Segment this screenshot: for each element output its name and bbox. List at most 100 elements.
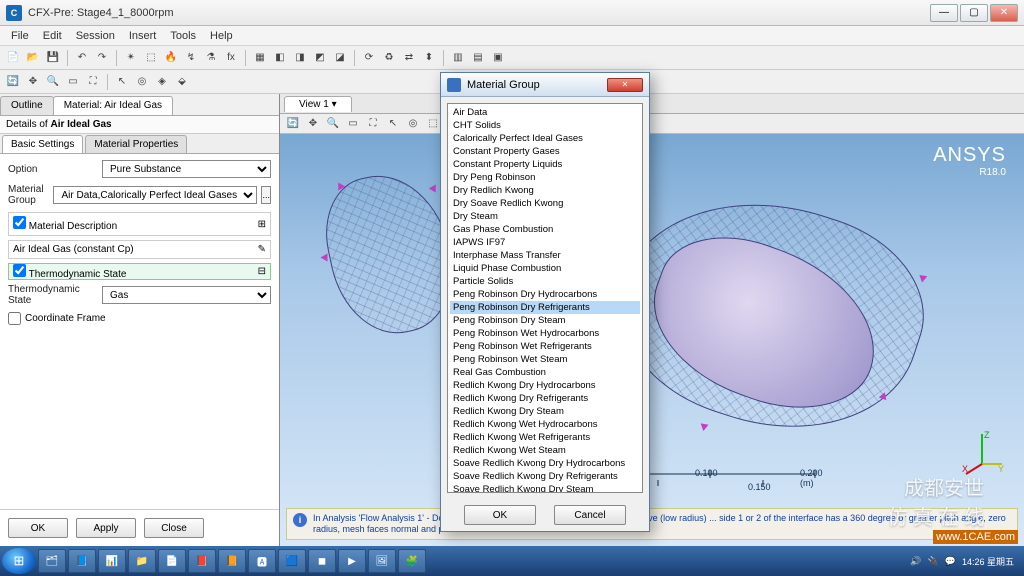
- tray-icon[interactable]: 💬: [945, 556, 956, 567]
- tool-icon[interactable]: ◨: [291, 49, 309, 67]
- dialog-cancel-button[interactable]: Cancel: [554, 505, 626, 525]
- minimize-button[interactable]: —: [930, 4, 958, 22]
- tool-icon[interactable]: ▤: [469, 49, 487, 67]
- taskbar-item[interactable]: 🗂: [38, 549, 66, 573]
- taskbar-item[interactable]: 📊: [98, 549, 126, 573]
- matgroup-select[interactable]: Air Data,Calorically Perfect Ideal Gases: [53, 186, 257, 204]
- material-group-item[interactable]: Dry Peng Robinson: [450, 171, 640, 184]
- ok-button[interactable]: OK: [8, 518, 68, 538]
- material-group-item[interactable]: Redlich Kwong Dry Refrigerants: [450, 392, 640, 405]
- taskbar-item[interactable]: 📕: [188, 549, 216, 573]
- material-group-item[interactable]: Dry Soave Redlich Kwong: [450, 197, 640, 210]
- tool-icon[interactable]: ◎: [133, 73, 151, 91]
- apply-button[interactable]: Apply: [76, 518, 136, 538]
- material-group-item[interactable]: Peng Robinson Dry Hydrocarbons: [450, 288, 640, 301]
- material-group-list[interactable]: Air DataCHT SolidsCalorically Perfect Id…: [447, 103, 643, 493]
- taskbar-item[interactable]: 📘: [68, 549, 96, 573]
- edit-icon[interactable]: ✎: [258, 244, 266, 255]
- tool-icon[interactable]: ♻: [380, 49, 398, 67]
- material-group-item[interactable]: Interphase Mass Transfer: [450, 249, 640, 262]
- material-group-item[interactable]: Redlich Kwong Wet Steam: [450, 444, 640, 457]
- tray-icon[interactable]: 🔊: [910, 556, 921, 567]
- taskbar-item[interactable]: 🅰: [248, 549, 276, 573]
- subtab-properties[interactable]: Material Properties: [85, 135, 187, 153]
- subtab-basic[interactable]: Basic Settings: [2, 135, 83, 153]
- menu-file[interactable]: File: [4, 28, 36, 44]
- close-button[interactable]: ✕: [990, 4, 1018, 22]
- menu-insert[interactable]: Insert: [122, 28, 164, 44]
- tab-outline[interactable]: Outline: [0, 96, 54, 115]
- tool-icon[interactable]: ⬍: [420, 49, 438, 67]
- taskbar-item[interactable]: 🧩: [398, 549, 426, 573]
- tool-icon[interactable]: ⚗: [202, 49, 220, 67]
- tab-material[interactable]: Material: Air Ideal Gas: [53, 96, 173, 115]
- tool-icon[interactable]: ◎: [404, 115, 422, 133]
- save-icon[interactable]: 💾: [44, 49, 62, 67]
- menu-session[interactable]: Session: [69, 28, 122, 44]
- material-group-item[interactable]: Peng Robinson Wet Refrigerants: [450, 340, 640, 353]
- material-group-item[interactable]: Dry Steam: [450, 210, 640, 223]
- view-pan-icon[interactable]: ✥: [24, 73, 42, 91]
- redo-icon[interactable]: ↷: [93, 49, 111, 67]
- system-tray[interactable]: 🔊 🔌 💬 14:26 星期五: [910, 555, 1022, 568]
- menu-tools[interactable]: Tools: [163, 28, 203, 44]
- material-group-item[interactable]: Redlich Kwong Dry Hydrocarbons: [450, 379, 640, 392]
- material-group-item[interactable]: Peng Robinson Dry Steam: [450, 314, 640, 327]
- material-group-item[interactable]: Soave Redlich Kwong Dry Steam: [450, 483, 640, 493]
- view-fit-icon[interactable]: ⛶: [84, 73, 102, 91]
- zoom-box-icon[interactable]: ▭: [344, 115, 362, 133]
- open-icon[interactable]: 📂: [24, 49, 42, 67]
- material-group-item[interactable]: Dry Redlich Kwong: [450, 184, 640, 197]
- material-group-item[interactable]: Peng Robinson Wet Hydrocarbons: [450, 327, 640, 340]
- viewport-3d[interactable]: View 1 ▾ 🔄 ✥ 🔍 ▭ ⛶ ↖ ◎ ⬚ ▦: [280, 94, 1024, 546]
- taskbar-item[interactable]: 🖼: [368, 549, 396, 573]
- option-select[interactable]: Pure Substance: [102, 160, 271, 178]
- tool-icon[interactable]: ◧: [271, 49, 289, 67]
- matgroup-more-button[interactable]: ...: [261, 186, 271, 204]
- taskbar-item[interactable]: ▶: [338, 549, 366, 573]
- material-group-item[interactable]: Soave Redlich Kwong Dry Hydrocarbons: [450, 457, 640, 470]
- tool-icon[interactable]: ⇄: [400, 49, 418, 67]
- tool-icon[interactable]: ▦: [251, 49, 269, 67]
- taskbar-item[interactable]: 📙: [218, 549, 246, 573]
- tray-icon[interactable]: 🔌: [928, 556, 939, 567]
- maximize-button[interactable]: ▢: [960, 4, 988, 22]
- taskbar-item[interactable]: 📄: [158, 549, 186, 573]
- dialog-ok-button[interactable]: OK: [464, 505, 536, 525]
- pan-icon[interactable]: ✥: [304, 115, 322, 133]
- tool-icon[interactable]: fx: [222, 49, 240, 67]
- new-icon[interactable]: 📄: [4, 49, 22, 67]
- close-button[interactable]: Close: [144, 518, 204, 538]
- material-group-item[interactable]: Constant Property Liquids: [450, 158, 640, 171]
- material-group-item[interactable]: Redlich Kwong Wet Refrigerants: [450, 431, 640, 444]
- tool-icon[interactable]: ⬙: [173, 73, 191, 91]
- taskbar-item[interactable]: 🟦: [278, 549, 306, 573]
- tool-icon[interactable]: ✴: [122, 49, 140, 67]
- collapse-icon[interactable]: ⊟: [258, 266, 266, 277]
- material-group-item[interactable]: CHT Solids: [450, 119, 640, 132]
- tool-icon[interactable]: ◪: [331, 49, 349, 67]
- material-group-item[interactable]: Air Data: [450, 106, 640, 119]
- material-group-item[interactable]: Redlich Kwong Wet Hydrocarbons: [450, 418, 640, 431]
- dialog-close-button[interactable]: ✕: [607, 78, 643, 92]
- menu-help[interactable]: Help: [203, 28, 240, 44]
- material-group-item[interactable]: Soave Redlich Kwong Dry Refrigerants: [450, 470, 640, 483]
- material-group-item[interactable]: Peng Robinson Wet Steam: [450, 353, 640, 366]
- pick-icon[interactable]: ↖: [384, 115, 402, 133]
- fit-icon[interactable]: ⛶: [364, 115, 382, 133]
- material-group-item[interactable]: Gas Phase Combustion: [450, 223, 640, 236]
- menu-edit[interactable]: Edit: [36, 28, 69, 44]
- tool-icon[interactable]: 🔥: [162, 49, 180, 67]
- view-zoom-icon[interactable]: 🔍: [44, 73, 62, 91]
- tool-icon[interactable]: ◈: [153, 73, 171, 91]
- material-group-item[interactable]: Particle Solids: [450, 275, 640, 288]
- tool-icon[interactable]: ▣: [489, 49, 507, 67]
- material-group-item[interactable]: Calorically Perfect Ideal Gases: [450, 132, 640, 145]
- tool-icon[interactable]: ◩: [311, 49, 329, 67]
- tool-icon[interactable]: ↯: [182, 49, 200, 67]
- material-group-item[interactable]: IAPWS IF97: [450, 236, 640, 249]
- zoom-in-icon[interactable]: 🔍: [324, 115, 342, 133]
- view-zoombox-icon[interactable]: ▭: [64, 73, 82, 91]
- tool-icon[interactable]: ⟳: [360, 49, 378, 67]
- coord-checkbox[interactable]: [8, 312, 21, 325]
